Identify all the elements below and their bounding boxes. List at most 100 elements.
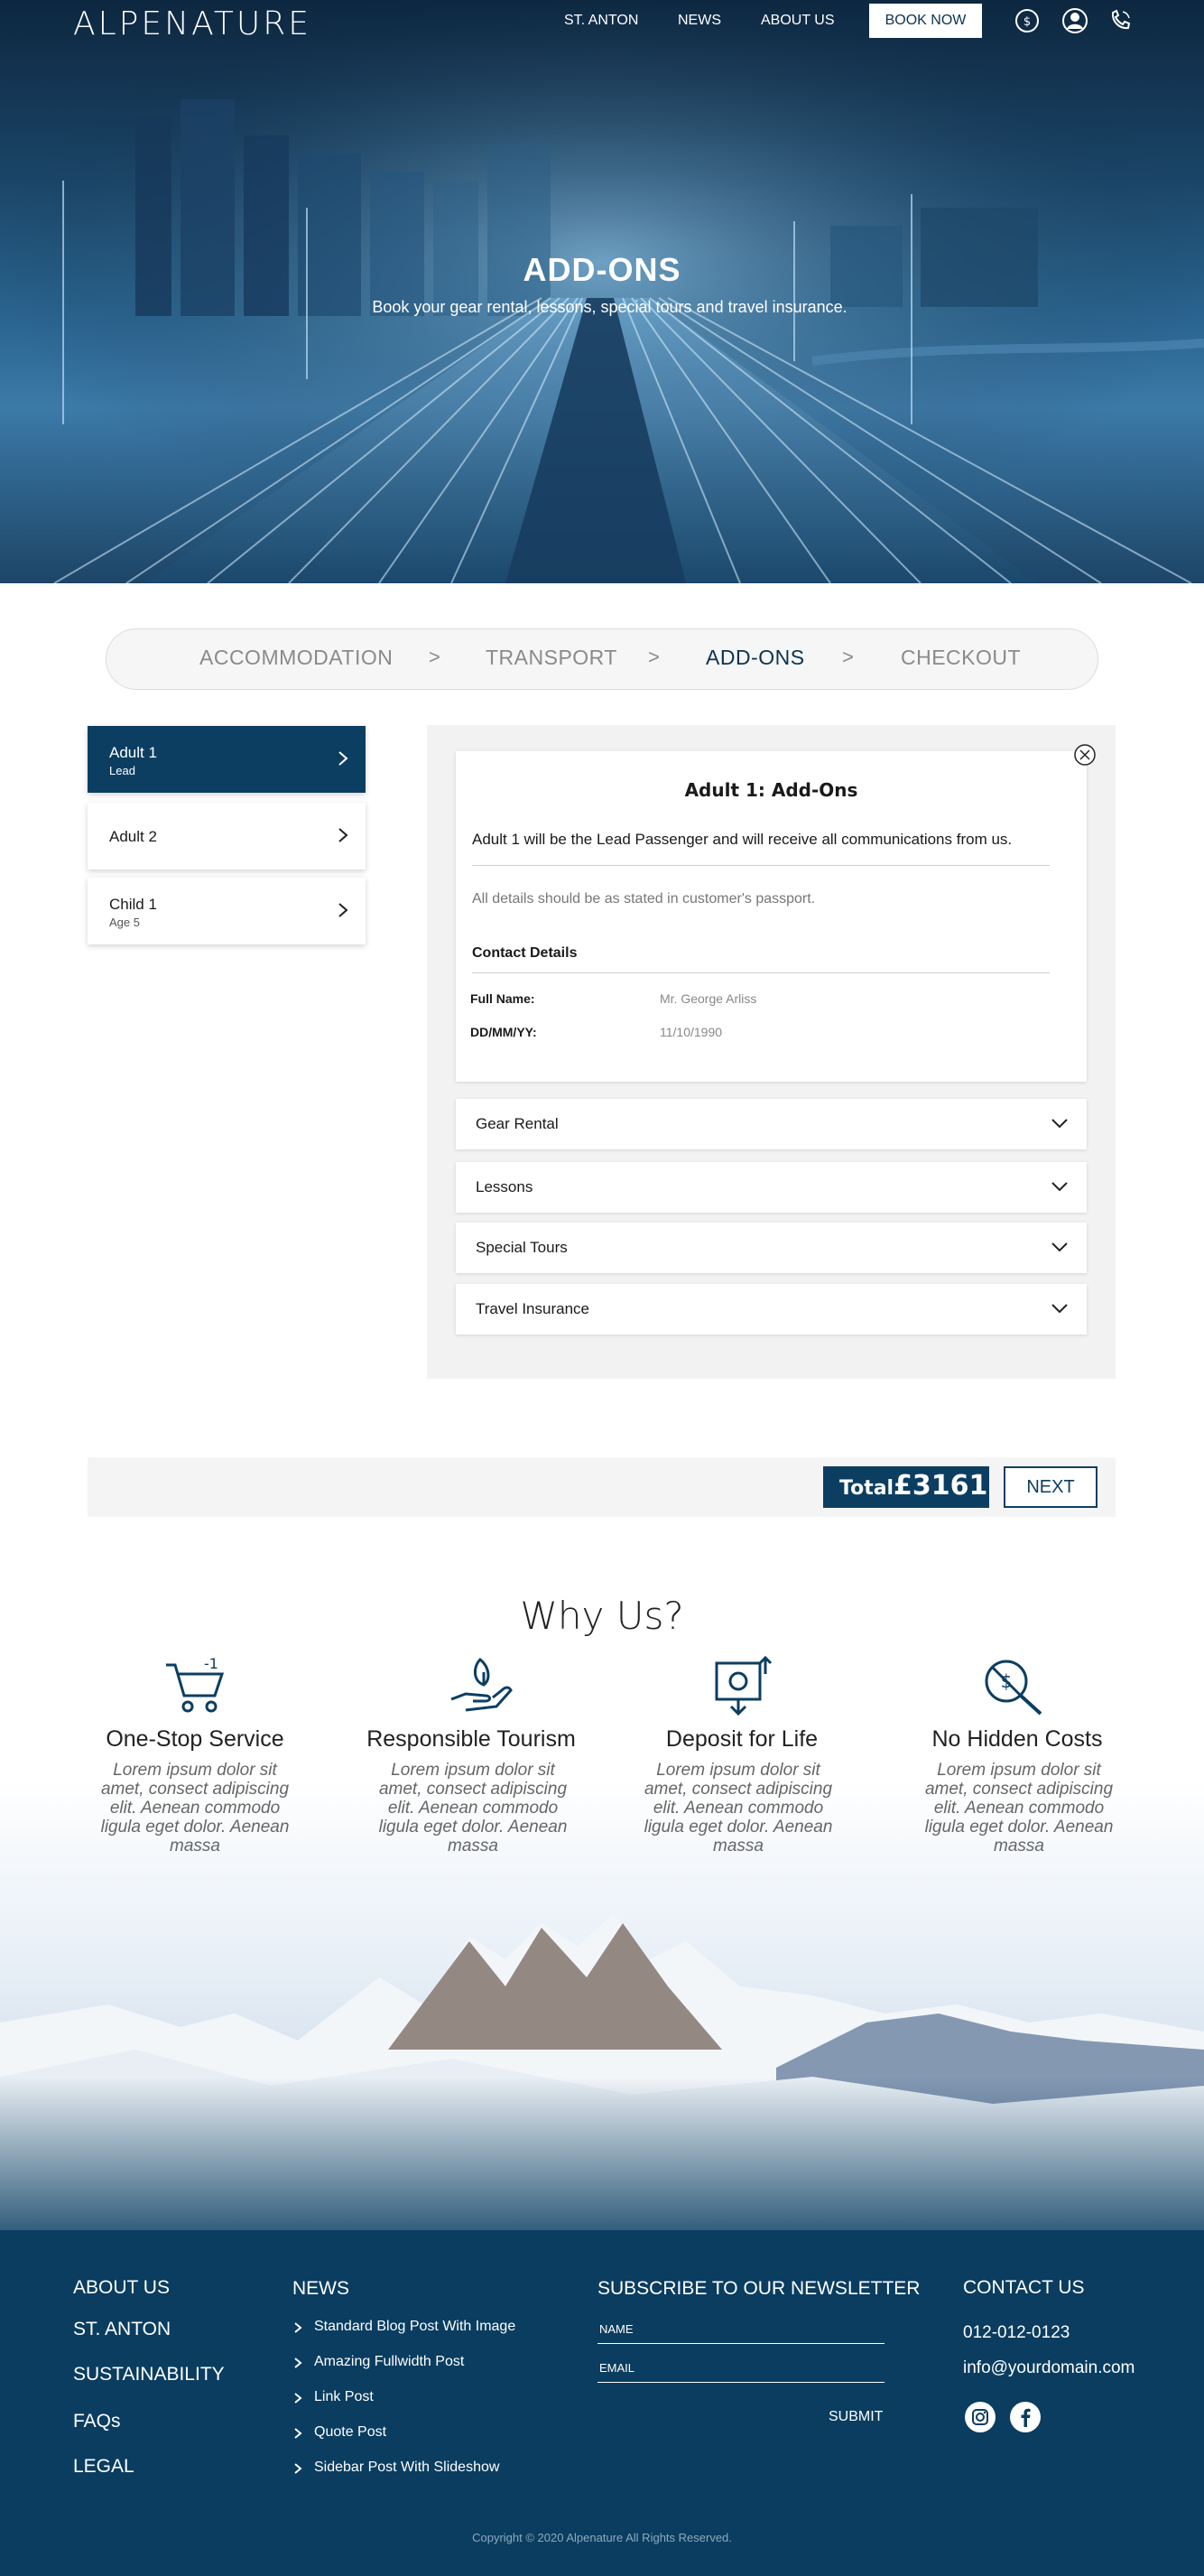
details-title: Adult 1: Add-Ons (684, 779, 858, 801)
passenger-tab-child-1[interactable]: Child 1 Age 5 (88, 878, 366, 944)
no-hidden-cost-icon: $ (985, 1660, 1042, 1716)
footer-link-sustainability[interactable]: SUSTAINABILITY (73, 2364, 225, 2385)
accordion-travel-insurance[interactable]: Travel Insurance (456, 1284, 1087, 1334)
email-field-underline (597, 2382, 884, 2383)
feature-title: Responsible Tourism (366, 1726, 576, 1752)
city-night-road-image (0, 0, 1204, 583)
nav-about-us[interactable]: ABOUT US (761, 13, 835, 29)
passenger-tab-adult-2[interactable]: Adult 2 (88, 803, 366, 870)
news-link[interactable]: Amazing Fullwidth Post (314, 2354, 464, 2370)
total-price-box: Total £3161 (823, 1466, 989, 1508)
feature-description: Lorem ipsum dolor sit amet, consect adip… (100, 1761, 290, 1855)
lead-passenger-text: Adult 1 will be the Lead Passenger and w… (472, 831, 1013, 848)
contact-email[interactable]: info@yourdomain.com (963, 2358, 1135, 2378)
currency-exchange-icon[interactable]: $ (1012, 5, 1042, 36)
newsletter-email-field[interactable]: EMAIL (599, 2361, 634, 2375)
booking-steps: ACCOMMODATION > TRANSPORT > ADD-ONS > CH… (106, 628, 1098, 690)
feature-description: Lorem ipsum dolor sit amet, consect adip… (924, 1761, 1114, 1855)
facebook-icon[interactable] (1009, 2401, 1042, 2433)
accordion-label: Travel Insurance (476, 1300, 589, 1317)
nav-news[interactable]: NEWS (678, 13, 721, 29)
feature-title: Deposit for Life (665, 1726, 819, 1752)
full-name-value: Mr. George Arliss (660, 991, 757, 1006)
step-accommodation[interactable]: ACCOMMODATION (199, 646, 393, 670)
instagram-icon[interactable] (964, 2401, 996, 2433)
newsletter-submit-button[interactable]: SUBMIT (829, 2409, 883, 2425)
hero-banner: ALPENATURE ST. ANTON NEWS ABOUT US BOOK … (0, 0, 1204, 583)
chevron-down-icon (1051, 1182, 1068, 1192)
phone-icon[interactable] (1105, 5, 1135, 36)
chevron-right-icon (338, 751, 348, 766)
shopping-cart-icon: -1 (166, 1655, 225, 1713)
chevron-right-icon (294, 2428, 302, 2439)
news-link[interactable]: Link Post (314, 2389, 374, 2405)
dob-value: 11/10/1990 (660, 1025, 723, 1039)
chevron-right-icon (338, 903, 348, 917)
newsletter-name-field[interactable]: NAME (599, 2322, 634, 2336)
why-us-heading: Why Us? (520, 1594, 684, 1638)
chevron-down-icon (1051, 1119, 1068, 1129)
accordion-lessons[interactable]: Lessons (456, 1162, 1087, 1213)
passenger-details-card: Adult 1: Add-Ons Adult 1 will be the Lea… (456, 751, 1087, 1082)
step-checkout[interactable]: CHECKOUT (901, 646, 1021, 670)
accordion-label: Special Tours (476, 1239, 568, 1256)
full-name-label: Full Name: (470, 991, 535, 1006)
dob-label: DD/MM/YY: (470, 1025, 537, 1039)
chevron-right-icon (294, 2322, 302, 2333)
contact-phone[interactable]: 012-012-0123 (963, 2323, 1070, 2343)
footer-link-st-anton[interactable]: ST. ANTON (73, 2319, 171, 2340)
total-value: £3161 (894, 1470, 988, 1502)
step-transport[interactable]: TRANSPORT (486, 646, 617, 670)
feature-description: Lorem ipsum dolor sit amet, consect adip… (378, 1761, 568, 1855)
news-link[interactable]: Standard Blog Post With Image (314, 2319, 515, 2335)
footer-link-legal[interactable]: LEGAL (73, 2456, 134, 2478)
newsletter-heading: SUBSCRIBE TO OUR NEWSLETTER (597, 2278, 921, 2299)
page-subtitle: Book your gear rental, lessons, special … (372, 298, 847, 316)
accordion-gear-rental[interactable]: Gear Rental (456, 1099, 1087, 1149)
step-separator: > (648, 646, 660, 668)
next-button[interactable]: NEXT (1004, 1466, 1097, 1508)
svg-text:$: $ (1023, 15, 1031, 29)
passenger-name: Adult 2 (109, 828, 157, 845)
brand-logo[interactable]: ALPENATURE (73, 5, 311, 42)
feature-title: No Hidden Costs (931, 1726, 1103, 1752)
passenger-subtitle: Lead (109, 764, 135, 777)
accordion-special-tours[interactable]: Special Tours (456, 1223, 1087, 1273)
footer-link-faqs[interactable]: FAQs (73, 2411, 121, 2432)
chevron-right-icon (338, 828, 348, 842)
total-label: Total (839, 1477, 894, 1500)
passenger-subtitle: Age 5 (109, 916, 140, 929)
close-icon[interactable] (1072, 742, 1097, 767)
contact-heading: CONTACT US (963, 2277, 1085, 2298)
accordion-label: Lessons (476, 1178, 533, 1195)
user-account-icon[interactable] (1060, 5, 1090, 36)
chevron-right-icon (294, 2463, 302, 2474)
chevron-down-icon (1051, 1242, 1068, 1252)
nav-st-anton[interactable]: ST. ANTON (564, 13, 638, 29)
passenger-tab-adult-1[interactable]: Adult 1 Lead (88, 726, 366, 793)
top-navigation: ALPENATURE ST. ANTON NEWS ABOUT US BOOK … (0, 0, 1204, 45)
step-separator: > (842, 646, 854, 668)
chevron-right-icon (294, 2357, 302, 2368)
footer-news-heading: NEWS (292, 2278, 349, 2299)
feature-description: Lorem ipsum dolor sit amet, consect adip… (644, 1761, 833, 1855)
money-deposit-icon (715, 1655, 773, 1716)
hand-leaf-icon (450, 1657, 513, 1712)
passenger-name: Adult 1 (109, 744, 157, 761)
news-link[interactable]: Quote Post (314, 2424, 386, 2441)
feature-title: One-Stop Service (106, 1726, 284, 1752)
book-now-button[interactable]: BOOK NOW (869, 4, 982, 38)
page-title: ADD-ONS (523, 251, 681, 288)
name-field-underline (597, 2343, 884, 2344)
svg-text:-1: -1 (204, 1655, 218, 1672)
divider (472, 865, 1050, 866)
step-add-ons[interactable]: ADD-ONS (706, 646, 805, 670)
accordion-label: Gear Rental (476, 1115, 559, 1132)
passenger-name: Child 1 (109, 896, 157, 913)
news-link[interactable]: Sidebar Post With Slideshow (314, 2460, 499, 2476)
contact-details-heading: Contact Details (472, 945, 578, 961)
svg-text:$: $ (1001, 1670, 1013, 1692)
footer-link-about-us[interactable]: ABOUT US (73, 2277, 170, 2299)
divider (472, 972, 1050, 973)
copyright-text: Copyright © 2020 Alpenature All Rights R… (472, 2531, 732, 2544)
